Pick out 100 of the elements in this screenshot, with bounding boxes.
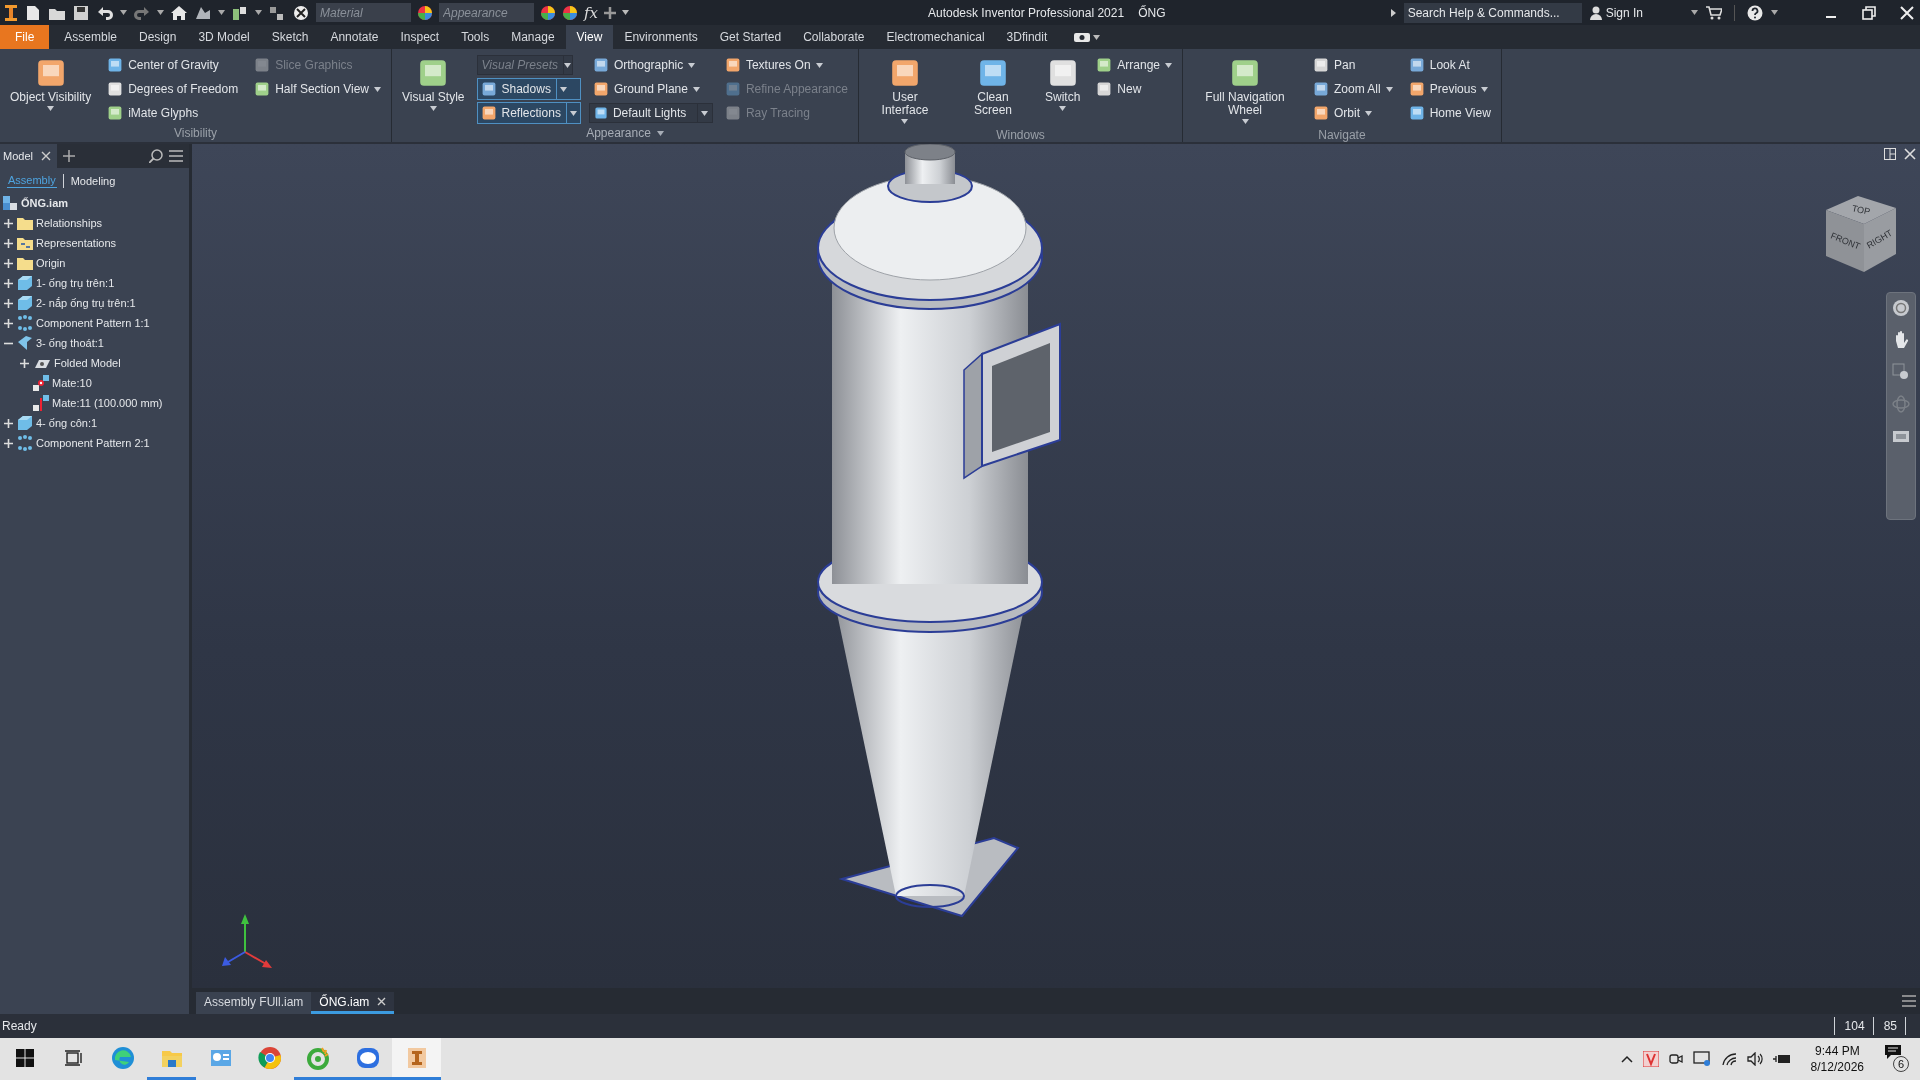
toolbar-icon[interactable] — [72, 4, 90, 21]
taskbar-app[interactable] — [392, 1038, 441, 1080]
ribbon-button[interactable]: Half Section View — [250, 78, 386, 100]
dropdown-field[interactable]: Default Lights — [588, 103, 713, 123]
tree-item[interactable]: Folded Model — [54, 357, 121, 369]
tree-item[interactable]: Origin — [36, 257, 66, 269]
expand-arrow-icon[interactable] — [1390, 8, 1396, 17]
tree-item[interactable]: 1- ống trụ trên:1 — [36, 277, 115, 289]
tree-item[interactable]: 2- nắp ống trụ trên:1 — [36, 297, 136, 309]
toolbar-icon[interactable] — [268, 4, 286, 21]
menu-icon[interactable] — [1902, 995, 1916, 1007]
ribbon-tab[interactable]: 3D Model — [187, 25, 261, 49]
clear-appearance-icon[interactable] — [562, 4, 578, 21]
ribbon-button[interactable]: Orbit — [1309, 102, 1397, 124]
ribbon-button[interactable]: Degrees of Freedom — [103, 78, 243, 100]
toolbar-icon[interactable] — [170, 4, 188, 21]
tray-app-icon[interactable] — [1642, 1051, 1659, 1067]
tree-item[interactable]: Representations — [36, 237, 117, 249]
tree-item[interactable]: ỐNG.iam — [21, 197, 69, 209]
camera-icon[interactable] — [1074, 32, 1091, 42]
formula-button[interactable]: fx — [584, 3, 598, 22]
cube-face-label[interactable]: TOP — [1851, 203, 1871, 217]
view-cube[interactable] — [1826, 196, 1896, 272]
expand-icon[interactable] — [3, 418, 13, 428]
chevron-up-icon[interactable] — [1620, 1055, 1633, 1063]
toolbar-icon[interactable] — [231, 4, 249, 21]
ribbon-button[interactable]: Previous — [1404, 78, 1495, 100]
sign-in-button[interactable]: Sign In — [1589, 5, 1643, 20]
mode-tab[interactable]: Assembly — [7, 174, 57, 188]
browser-tab[interactable]: Model — [0, 144, 57, 168]
expand-icon[interactable] — [3, 238, 13, 248]
ribbon-button[interactable]: Visual Style — [398, 54, 469, 114]
expand-icon[interactable] — [19, 358, 29, 368]
ribbon-button[interactable]: Ground Plane — [588, 78, 713, 100]
volume-icon[interactable] — [1746, 1052, 1763, 1066]
add-tab-icon[interactable] — [62, 150, 75, 162]
ribbon-tab[interactable]: Inspect — [389, 25, 451, 49]
ribbon-button[interactable]: New — [1092, 78, 1176, 100]
ribbon-button[interactable]: Reflections — [476, 102, 581, 124]
ribbon-button[interactable]: Textures On — [720, 54, 852, 76]
battery-icon[interactable] — [1772, 1053, 1791, 1065]
tree-item[interactable]: Mate:10 — [52, 377, 92, 389]
toolbar-icon[interactable] — [24, 4, 42, 21]
ribbon-tab[interactable]: 3Dfindit — [995, 25, 1059, 49]
mode-tab[interactable]: Modeling — [69, 174, 117, 188]
zoom-icon[interactable] — [1892, 363, 1910, 381]
ribbon-button[interactable]: Home View — [1404, 102, 1495, 124]
ribbon-tab[interactable]: Get Started — [708, 25, 793, 49]
tree-item[interactable]: Component Pattern 2:1 — [36, 437, 150, 449]
ribbon-tab[interactable]: Environments — [613, 25, 709, 49]
ribbon-tab[interactable]: Annotate — [319, 25, 390, 49]
ribbon-tab[interactable]: Collaborate — [792, 25, 876, 49]
close-icon[interactable] — [1904, 148, 1916, 160]
color-wheel-icon[interactable] — [417, 4, 433, 21]
full-wheel-icon[interactable] — [1892, 299, 1910, 317]
split-view-icon[interactable] — [1884, 148, 1896, 160]
ribbon-tab[interactable]: Electromechanical — [875, 25, 996, 49]
ribbon-button[interactable]: iMate Glyphs — [103, 102, 243, 124]
expand-icon[interactable] — [3, 218, 13, 228]
ribbon-tab[interactable]: Sketch — [260, 25, 320, 49]
document-tab[interactable]: ỐNG.iam — [311, 992, 395, 1014]
document-tab[interactable]: Assembly FUll.iam — [196, 992, 312, 1014]
ribbon-button[interactable]: Clean Screen — [952, 54, 1033, 120]
ribbon-button[interactable]: Center of Gravity — [103, 54, 243, 76]
search-icon[interactable] — [149, 149, 163, 163]
ribbon-button[interactable]: Arrange — [1092, 54, 1176, 76]
ribbon-tab[interactable]: Assemble — [53, 25, 129, 49]
ribbon-tab[interactable]: Manage — [500, 25, 566, 49]
display-icon[interactable] — [1692, 1051, 1711, 1067]
notification-icon[interactable] — [1884, 1044, 1902, 1060]
tree-item[interactable]: Relationships — [36, 217, 103, 229]
ribbon-button[interactable]: Full Navigation Wheel — [1189, 54, 1301, 127]
expand-icon[interactable] — [3, 278, 13, 288]
tree-item[interactable]: 3- ống thoát:1 — [36, 337, 104, 349]
ribbon-button[interactable]: User Interface — [864, 54, 945, 127]
ribbon-button[interactable]: Switch — [1040, 54, 1085, 114]
tree-item[interactable]: 4- ống côn:1 — [36, 417, 98, 429]
camera-icon[interactable] — [1668, 1051, 1683, 1067]
restore-icon[interactable] — [1862, 5, 1876, 20]
search-field[interactable]: Search Help & Commands... — [1403, 2, 1582, 23]
help-icon[interactable] — [1747, 4, 1763, 21]
ribbon-button[interactable]: Object Visibility — [6, 54, 96, 114]
expand-icon[interactable] — [3, 318, 13, 328]
ribbon-button[interactable]: Pan — [1309, 54, 1397, 76]
ribbon-button[interactable]: Orthographic — [588, 54, 713, 76]
ribbon-button[interactable]: Look At — [1404, 54, 1495, 76]
ribbon-button[interactable]: Shadows — [476, 78, 581, 100]
toolbar-icon[interactable] — [292, 4, 310, 21]
expand-icon[interactable] — [3, 438, 13, 448]
tree-item[interactable]: Component Pattern 1:1 — [36, 317, 150, 329]
plus-icon[interactable] — [604, 6, 616, 19]
appearance-icon[interactable] — [540, 4, 556, 21]
cart-icon[interactable] — [1706, 5, 1722, 20]
expand-icon[interactable] — [3, 298, 13, 308]
wifi-icon[interactable] — [1720, 1052, 1737, 1066]
clock[interactable]: 9:44 PM 8/12/2026 — [1810, 1043, 1864, 1075]
ribbon-tab[interactable]: View — [565, 25, 614, 49]
expand-icon[interactable] — [3, 258, 13, 268]
tree-item[interactable]: Mate:11 (100.000 mm) — [52, 397, 163, 409]
close-icon[interactable] — [40, 151, 51, 161]
